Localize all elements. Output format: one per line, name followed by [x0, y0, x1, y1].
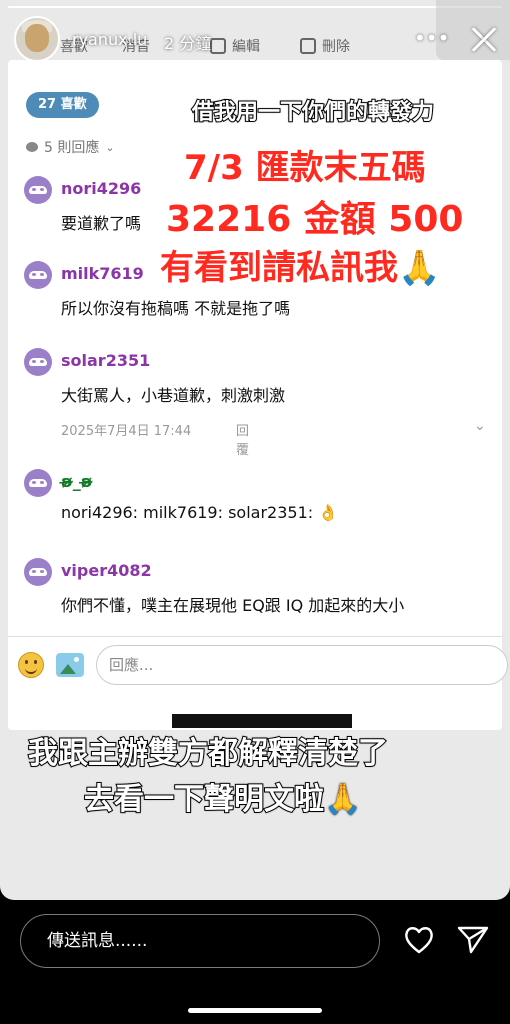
- heart-icon[interactable]: [404, 926, 434, 954]
- comment-text: 所以你沒有拖稿嗎 不就是拖了嗎: [61, 299, 291, 318]
- mask-avatar-icon: [24, 558, 52, 586]
- comment-timestamp: 2025年7月4日 17:44: [61, 424, 192, 439]
- delete-label: 刪除: [322, 39, 350, 55]
- comment-username[interactable]: viper4082: [61, 561, 152, 580]
- home-indicator: [188, 1008, 322, 1013]
- comment-username[interactable]: ʚ̴̶̷̷_ʚ̴̶̷̷: [61, 472, 92, 491]
- overlay-caption-bottom: 去看一下聲明文啦🙏: [83, 781, 362, 818]
- redaction-bar: [172, 714, 352, 728]
- edit-toolbar-item: 編輯: [210, 36, 260, 56]
- overlay-caption-top: 借我用一下你們的轉發力: [191, 99, 435, 126]
- story-username[interactable]: ryanux.lu: [72, 30, 147, 49]
- comment-username[interactable]: milk7619: [61, 264, 144, 283]
- chevron-down-icon[interactable]: ⌄: [474, 418, 486, 434]
- chevron-down-icon: ⌄: [105, 140, 115, 154]
- image-icon[interactable]: [56, 653, 84, 677]
- comment-bubble-icon: [26, 142, 38, 152]
- delete-toolbar-item: 刪除: [300, 36, 350, 56]
- replies-count[interactable]: 5 則回應 ⌄: [26, 137, 115, 157]
- story-progress-fill: [8, 6, 502, 8]
- avatar[interactable]: [14, 16, 60, 62]
- mask-avatar-icon: [24, 348, 52, 376]
- story-progress-bar: [8, 6, 502, 8]
- comment-username[interactable]: nori4296: [61, 179, 141, 198]
- replies-count-label: 5 則回應: [44, 140, 100, 156]
- reply-input[interactable]: 回應...: [96, 645, 508, 685]
- overlay-caption-red: 7/3 匯款末五碼: [182, 146, 428, 190]
- mask-avatar-icon: [24, 261, 52, 289]
- likes-badge[interactable]: 27 喜歡: [26, 92, 99, 118]
- comment-text: 要道歉了嗎: [61, 214, 142, 233]
- overlay-caption-red: 32216 金額 500: [164, 197, 465, 242]
- message-input[interactable]: 傳送訊息......: [20, 914, 380, 968]
- more-options-button[interactable]: •••: [414, 26, 449, 50]
- story-frame: 喜歡 消音 編輯 刪除 ryanux.lu 2 分鐘 ••• 27 喜歡 5 則…: [0, 0, 510, 900]
- mask-avatar-icon: [24, 176, 52, 204]
- overlay-caption-bottom: 我跟主辦雙方都解釋清楚了: [27, 735, 389, 772]
- edit-icon: [210, 38, 226, 54]
- close-button[interactable]: [464, 20, 504, 60]
- comment-text: nori4296: milk7619: solar2351: 👌: [61, 503, 339, 522]
- trash-icon: [300, 38, 316, 54]
- edit-label: 編輯: [232, 39, 260, 55]
- reply-link[interactable]: 回覆: [236, 420, 249, 458]
- mask-avatar-icon: [24, 469, 52, 497]
- emoji-icon[interactable]: [18, 652, 44, 678]
- divider: [8, 636, 502, 637]
- comment-text: 大街罵人，小巷道歉，刺激刺激: [61, 386, 286, 405]
- comment-text: 你們不懂，噗主在展現他 EQ跟 IQ 加起來的大小: [61, 596, 405, 615]
- send-icon[interactable]: [457, 926, 489, 954]
- overlay-caption-red: 有看到請私訊我🙏: [158, 246, 442, 290]
- comment-username[interactable]: solar2351: [61, 351, 150, 370]
- story-time-ago: 2 分鐘: [164, 34, 212, 53]
